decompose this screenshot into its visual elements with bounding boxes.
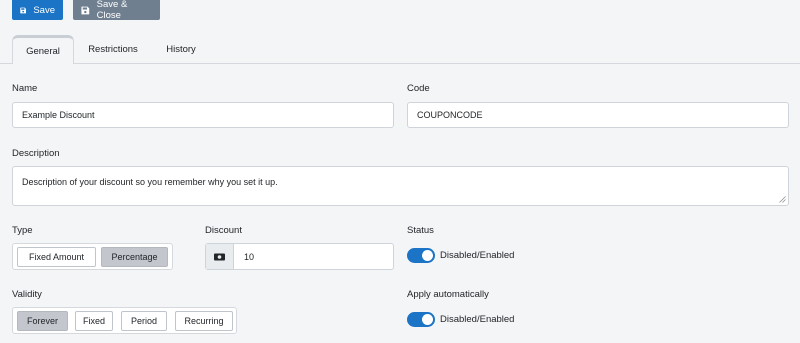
status-toggle-knob <box>422 250 433 261</box>
floppy-disk-icon <box>81 6 90 14</box>
name-input-value: Example Discount <box>22 110 95 120</box>
name-input[interactable]: Example Discount <box>12 102 394 128</box>
apply-automatically-toggle-label: Disabled/Enabled <box>440 314 515 325</box>
save-button-label: Save <box>33 4 55 16</box>
type-option-fixed-amount[interactable]: Fixed Amount <box>17 247 96 267</box>
validity-option-fixed[interactable]: Fixed <box>75 311 113 331</box>
validity-button-group: Forever Fixed Period Recurring <box>12 307 237 334</box>
apply-automatically-label: Apply automatically <box>407 289 489 300</box>
type-button-group: Fixed Amount Percentage <box>12 243 173 270</box>
save-and-close-button[interactable]: Save & Close <box>73 0 160 21</box>
code-input-value: COUPONCODE <box>417 110 483 120</box>
save-button[interactable]: Save <box>12 0 63 20</box>
discount-input-value: 10 <box>244 251 255 262</box>
discount-addon <box>206 244 234 269</box>
apply-automatically-toggle-knob <box>422 314 433 325</box>
tab-restrictions[interactable]: Restrictions <box>80 35 146 64</box>
money-icon <box>214 253 225 260</box>
validity-option-period[interactable]: Period <box>121 311 167 331</box>
status-toggle[interactable] <box>407 248 435 263</box>
type-label: Type <box>12 225 33 236</box>
tab-history[interactable]: History <box>152 35 210 64</box>
discount-input[interactable]: 10 <box>205 243 394 270</box>
description-textarea[interactable]: Description of your discount so you reme… <box>12 166 789 206</box>
status-toggle-label: Disabled/Enabled <box>440 250 515 261</box>
status-label: Status <box>407 225 434 236</box>
validity-option-recurring[interactable]: Recurring <box>175 311 233 331</box>
discount-label: Discount <box>205 225 242 236</box>
type-option-percentage[interactable]: Percentage <box>101 247 168 267</box>
tab-general[interactable]: General <box>12 35 74 64</box>
apply-automatically-toggle[interactable] <box>407 312 435 327</box>
validity-option-forever[interactable]: Forever <box>17 311 68 331</box>
resize-handle-icon[interactable] <box>779 196 786 203</box>
validity-label: Validity <box>12 289 42 300</box>
name-label: Name <box>12 83 38 94</box>
code-label: Code <box>407 83 430 94</box>
save-and-close-button-label: Save & Close <box>96 0 128 21</box>
code-input[interactable]: COUPONCODE <box>407 102 789 128</box>
description-textarea-value: Description of your discount so you reme… <box>22 177 278 187</box>
description-label: Description <box>12 148 60 159</box>
floppy-disk-icon <box>20 7 27 13</box>
